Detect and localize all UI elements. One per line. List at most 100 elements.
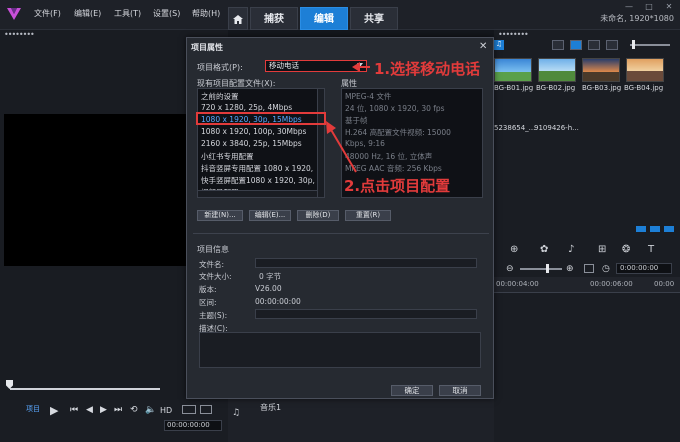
cancel-button[interactable]: 取消 bbox=[439, 385, 481, 396]
thumbnail-bg-b04[interactable] bbox=[626, 58, 664, 82]
zoom-slider[interactable] bbox=[520, 268, 562, 270]
menu-file[interactable]: 文件(F) bbox=[34, 8, 61, 19]
hd-toggle[interactable]: HD bbox=[160, 406, 172, 415]
audio-mix-icon[interactable]: ♪ bbox=[568, 244, 574, 255]
thumbnail-bg-b01[interactable] bbox=[494, 58, 532, 82]
project-resolution-info: 未命名, 1920*1080 bbox=[600, 14, 674, 23]
thumbnail-bg-b03[interactable] bbox=[582, 58, 620, 82]
zoom-out-icon[interactable]: ⊖ bbox=[506, 264, 514, 274]
menu-bar: 文件(F) 编辑(E) 工具(T) 设置(S) 帮助(H) 捕获 编辑 共享 未… bbox=[0, 0, 680, 30]
library-tag-icon[interactable] bbox=[636, 226, 646, 232]
property-line: 基于帧 bbox=[345, 116, 368, 125]
tab-capture[interactable]: 捕获 bbox=[250, 7, 298, 30]
play-icon[interactable]: ▶ bbox=[50, 404, 58, 417]
list-item[interactable]: 2160 x 3840, 25p, 15Mbps bbox=[201, 139, 302, 148]
minimize-icon[interactable]: — bbox=[622, 2, 636, 11]
thumbnail-label: 5238654_... bbox=[494, 124, 536, 132]
property-line: 48000 Hz, 16 位, 立体声 bbox=[345, 152, 433, 161]
clock-icon[interactable]: ◷ bbox=[602, 264, 610, 274]
go-start-icon[interactable]: ⏮ bbox=[70, 405, 78, 415]
profile-list[interactable]: 之前的设置 720 x 1280, 25p, 4Mbps 1080 x 1920… bbox=[197, 88, 325, 198]
list-item[interactable]: 小红书专用配置 bbox=[201, 151, 254, 162]
divider bbox=[193, 233, 489, 234]
dialog-close-icon[interactable]: ✕ bbox=[479, 41, 487, 52]
player-timecode[interactable]: 00:00:00:00 bbox=[164, 420, 222, 431]
sort-icon[interactable] bbox=[588, 40, 600, 50]
list-item[interactable]: 抖音竖屏专用配置 1080 x 1920, bbox=[201, 163, 313, 174]
panel-grip-icon[interactable]: •••••••• bbox=[4, 30, 35, 39]
track-manager-icon[interactable]: ⊕ bbox=[510, 244, 518, 255]
ruler-mark: 00:00:06:00 bbox=[590, 280, 633, 288]
repeat-icon[interactable]: ⟲ bbox=[130, 405, 138, 415]
music-filter-icon[interactable]: ♫ bbox=[494, 40, 504, 50]
thumbnail-label: BG-B03.jpg bbox=[582, 84, 622, 92]
list-item[interactable]: 1080 x 1920, 100p, 30Mbps bbox=[201, 127, 306, 136]
subject-field[interactable] bbox=[255, 309, 477, 319]
color-icon[interactable]: ✿ bbox=[540, 244, 548, 255]
property-line: Kbps, 9:16 bbox=[345, 139, 385, 148]
menu-tools[interactable]: 工具(T) bbox=[114, 8, 141, 19]
project-format-select[interactable]: 移动电话 bbox=[265, 60, 367, 72]
dialog-title: 项目属性 bbox=[191, 43, 223, 52]
fit-icon[interactable] bbox=[584, 264, 594, 273]
preview-screen[interactable] bbox=[4, 114, 188, 266]
go-end-icon[interactable]: ⏭ bbox=[114, 405, 122, 415]
prev-frame-icon[interactable]: ◀ bbox=[86, 405, 93, 415]
library-tag-icon[interactable] bbox=[664, 226, 674, 232]
reset-profile-button[interactable]: 重置(R) bbox=[345, 210, 391, 221]
motion-icon[interactable]: ❂ bbox=[622, 244, 630, 255]
view-list-icon[interactable] bbox=[570, 40, 582, 50]
close-icon[interactable]: ✕ bbox=[662, 2, 676, 11]
annotation-step1: 1.选择移动电话 bbox=[374, 60, 481, 78]
home-tab[interactable] bbox=[228, 7, 248, 30]
annotation-step2: 2.点击项目配置 bbox=[344, 177, 451, 195]
options-icon[interactable] bbox=[606, 40, 618, 50]
aspect-icon[interactable] bbox=[182, 405, 196, 414]
split-icon[interactable]: ⊞ bbox=[598, 244, 606, 255]
library-grip-icon[interactable]: •••••••• bbox=[498, 30, 529, 39]
property-line: H.264 高配置文件视频: 15000 bbox=[345, 128, 451, 137]
scrub-bar[interactable] bbox=[10, 388, 160, 390]
property-line: MPEG-4 文件 bbox=[345, 92, 392, 101]
menu-edit[interactable]: 编辑(E) bbox=[74, 8, 101, 19]
next-frame-icon[interactable]: ▶ bbox=[100, 405, 107, 415]
range-value: 00:00:00:00 bbox=[255, 297, 301, 306]
volume-icon[interactable]: 🔈 bbox=[145, 405, 156, 415]
player-mode-label[interactable]: 项目 bbox=[26, 404, 40, 414]
project-properties-dialog: 项目属性 ✕ 项目格式(P): 移动电话 现有项目配置文件(X): 属性 之前的… bbox=[186, 37, 494, 399]
list-item[interactable]: 快手竖屏配置1080 x 1920, 30p, bbox=[201, 175, 315, 186]
delete-profile-button[interactable]: 删除(D) bbox=[297, 210, 339, 221]
chevron-down-icon[interactable] bbox=[357, 63, 363, 67]
list-item[interactable]: 720 x 1280, 25p, 4Mbps bbox=[201, 103, 292, 112]
zoom-in-icon[interactable]: ⊕ bbox=[566, 264, 574, 274]
view-thumbnail-icon[interactable] bbox=[552, 40, 564, 50]
thumbnail-label: BG-B02.jpg bbox=[536, 84, 576, 92]
ok-button[interactable]: 确定 bbox=[391, 385, 433, 396]
list-vertical-scrollbar[interactable] bbox=[317, 89, 324, 197]
menu-settings[interactable]: 设置(S) bbox=[153, 8, 180, 19]
library-tag-icon[interactable] bbox=[650, 226, 660, 232]
thumbnail-label: 9109426-h... bbox=[534, 124, 579, 132]
list-item[interactable]: 之前的设置 bbox=[201, 91, 239, 102]
home-icon bbox=[233, 15, 243, 24]
thumb-size-slider[interactable] bbox=[630, 44, 670, 46]
thumbnail-bg-b02[interactable] bbox=[538, 58, 576, 82]
export-frame-icon[interactable] bbox=[200, 405, 212, 414]
tab-edit[interactable]: 编辑 bbox=[300, 7, 348, 30]
thumb-size-handle[interactable] bbox=[632, 40, 635, 49]
range-label: 区间: bbox=[199, 298, 217, 307]
timeline-timecode[interactable]: 0:00:00:00 bbox=[616, 263, 672, 274]
ruler-mark: 00:00:04:00 bbox=[496, 280, 539, 288]
selection-highlight-box bbox=[196, 112, 326, 125]
new-profile-button[interactable]: 新建(N)... bbox=[197, 210, 243, 221]
maximize-icon[interactable]: □ bbox=[642, 2, 656, 11]
menu-help[interactable]: 帮助(H) bbox=[192, 8, 220, 19]
list-horizontal-scrollbar[interactable] bbox=[198, 190, 317, 197]
version-label: 版本: bbox=[199, 285, 217, 294]
description-field[interactable] bbox=[199, 332, 481, 368]
title-icon[interactable]: T bbox=[648, 244, 654, 255]
zoom-handle[interactable] bbox=[546, 264, 549, 273]
project-info-title: 项目信息 bbox=[197, 245, 229, 254]
tab-share[interactable]: 共享 bbox=[350, 7, 398, 30]
edit-profile-button[interactable]: 编辑(E)... bbox=[249, 210, 291, 221]
